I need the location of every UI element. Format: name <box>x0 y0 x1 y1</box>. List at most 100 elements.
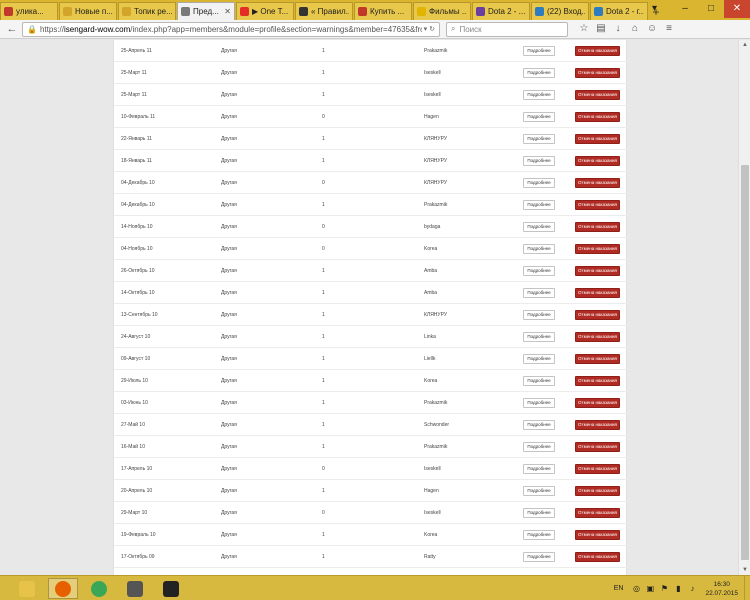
cancel-warning-button[interactable]: Отмена наказания <box>575 376 620 386</box>
taskbar-app[interactable] <box>120 578 150 599</box>
cancel-warning-button[interactable]: Отмена наказания <box>575 552 620 562</box>
home-icon[interactable]: ⌂ <box>627 21 643 37</box>
address-bar[interactable]: 🔒 https://isengard-wow.com/index.php?app… <box>22 21 440 37</box>
table-row: 29-Июль 10 Другая 1 Korea Подробнее Отмена на… <box>114 370 628 392</box>
chrome-icon <box>91 580 107 597</box>
cancel-warning-button[interactable]: Отмена наказания <box>575 68 620 78</box>
cancel-warning-button[interactable]: Отмена наказания <box>575 156 620 166</box>
minimize-button[interactable]: – <box>672 0 698 18</box>
details-button[interactable]: Подробнее <box>523 376 555 386</box>
details-button[interactable]: Подробнее <box>523 112 555 122</box>
page-scrollbar[interactable]: ▲ ▼ <box>738 40 750 575</box>
download-icon[interactable]: ↓ <box>610 21 626 37</box>
details-button[interactable]: Подробнее <box>523 354 555 364</box>
close-window-button[interactable]: ✕ <box>724 0 750 18</box>
cancel-warning-button[interactable]: Отмена наказания <box>575 266 620 276</box>
details-button[interactable]: Подробнее <box>523 442 555 452</box>
maximize-button[interactable]: □ <box>698 0 724 18</box>
language-indicator[interactable]: EN <box>614 585 624 592</box>
taskbar-app[interactable] <box>156 578 186 599</box>
browser-tab[interactable]: Купить ... <box>354 2 412 20</box>
url-dropdown-icon[interactable]: ▾ <box>424 25 428 33</box>
details-button[interactable]: Подробнее <box>523 266 555 276</box>
menu-icon[interactable]: ≡ <box>661 21 677 37</box>
steam-icon[interactable]: ◎ <box>631 584 641 594</box>
details-button[interactable]: Подробнее <box>523 486 555 496</box>
details-button[interactable]: Подробнее <box>523 200 555 210</box>
details-button[interactable]: Подробнее <box>523 134 555 144</box>
bookmark-star-icon[interactable]: ☆ <box>576 21 592 37</box>
browser-tab[interactable]: Фильмы ... <box>413 2 471 20</box>
clock[interactable]: 16:30 22.07.2015 <box>705 580 738 598</box>
details-button[interactable]: Подробнее <box>523 222 555 232</box>
cancel-warning-button[interactable]: Отмена наказания <box>575 398 620 408</box>
details-button[interactable]: Подробнее <box>523 244 555 254</box>
details-button[interactable]: Подробнее <box>523 332 555 342</box>
clock-date: 22.07.2015 <box>705 589 738 597</box>
cancel-warning-button[interactable]: Отмена наказания <box>575 288 620 298</box>
details-button[interactable]: Подробнее <box>523 156 555 166</box>
scroll-up-icon[interactable]: ▲ <box>739 40 750 50</box>
tray-app-icon[interactable]: ▣ <box>645 584 655 594</box>
browser-tab[interactable]: « Правил... <box>295 2 353 20</box>
details-button[interactable]: Подробнее <box>523 508 555 518</box>
tab-list-icon[interactable]: ▾ <box>652 3 657 14</box>
tab-label: ▶ One T... <box>252 7 289 16</box>
browser-tab[interactable]: Dota 2 - г... <box>590 2 648 20</box>
cancel-warning-button[interactable]: Отмена наказания <box>575 222 620 232</box>
cancel-warning-button[interactable]: Отмена наказания <box>575 112 620 122</box>
cancel-warning-button[interactable]: Отмена наказания <box>575 46 620 56</box>
details-button[interactable]: Подробнее <box>523 552 555 562</box>
show-desktop-button[interactable] <box>744 576 750 600</box>
browser-tab[interactable]: Пред... ✕ <box>177 2 235 20</box>
browser-tab[interactable]: Dota 2 - ... <box>472 2 530 20</box>
search-input[interactable]: ⌕ Поиск <box>446 21 568 37</box>
details-button[interactable]: Подробнее <box>523 178 555 188</box>
browser-tab[interactable]: Топик ре... <box>118 2 176 20</box>
details-button[interactable]: Подробнее <box>523 464 555 474</box>
taskbar-app[interactable] <box>12 578 42 599</box>
cancel-warning-button[interactable]: Отмена наказания <box>575 530 620 540</box>
chat-icon[interactable]: ☺ <box>644 21 660 37</box>
cancel-warning-button[interactable]: Отмена наказания <box>575 420 620 430</box>
details-button[interactable]: Подробнее <box>523 288 555 298</box>
warning-date: 14-Ноябрь 10 <box>121 224 153 230</box>
network-icon[interactable]: ▮ <box>673 584 683 594</box>
details-button[interactable]: Подробнее <box>523 68 555 78</box>
cancel-warning-button[interactable]: Отмена наказания <box>575 486 620 496</box>
taskbar-app[interactable] <box>84 578 114 599</box>
cancel-warning-button[interactable]: Отмена наказания <box>575 178 620 188</box>
table-row: 17-Апрель 10 Другая 0 Iseskell Подробнее Отме… <box>114 458 628 480</box>
details-button[interactable]: Подробнее <box>523 90 555 100</box>
cancel-warning-button[interactable]: Отмена наказания <box>575 244 620 254</box>
taskbar-app[interactable] <box>48 578 78 599</box>
browser-tab[interactable]: Новые п... <box>59 2 117 20</box>
volume-icon[interactable]: ♪ <box>687 584 697 594</box>
details-button[interactable]: Подробнее <box>523 420 555 430</box>
details-button[interactable]: Подробнее <box>523 46 555 56</box>
warning-moderator: КЛЯНУРУ <box>424 158 447 164</box>
cancel-warning-button[interactable]: Отмена наказания <box>575 200 620 210</box>
details-button[interactable]: Подробнее <box>523 398 555 408</box>
details-button[interactable]: Подробнее <box>523 310 555 320</box>
flag-icon[interactable]: ⚑ <box>659 584 669 594</box>
browser-tab[interactable]: ▶ One T... <box>236 2 294 20</box>
tab-close-icon[interactable]: ✕ <box>224 7 231 16</box>
cancel-warning-button[interactable]: Отмена наказания <box>575 134 620 144</box>
cancel-warning-button[interactable]: Отмена наказания <box>575 90 620 100</box>
warning-date: 04-Декабрь 10 <box>121 180 155 186</box>
details-button[interactable]: Подробнее <box>523 530 555 540</box>
scroll-thumb[interactable] <box>741 165 749 560</box>
bookmarks-menu-icon[interactable]: ▤ <box>593 21 609 37</box>
cancel-warning-button[interactable]: Отмена наказания <box>575 442 620 452</box>
reload-icon[interactable]: ↻ <box>429 25 435 33</box>
back-button[interactable]: ← <box>4 21 20 37</box>
cancel-warning-button[interactable]: Отмена наказания <box>575 332 620 342</box>
cancel-warning-button[interactable]: Отмена наказания <box>575 354 620 364</box>
browser-tab[interactable]: (22) Вход... <box>531 2 589 20</box>
cancel-warning-button[interactable]: Отмена наказания <box>575 508 620 518</box>
cancel-warning-button[interactable]: Отмена наказания <box>575 310 620 320</box>
cancel-warning-button[interactable]: Отмена наказания <box>575 464 620 474</box>
browser-tab[interactable]: улика... <box>0 2 58 20</box>
scroll-down-icon[interactable]: ▼ <box>739 565 750 575</box>
